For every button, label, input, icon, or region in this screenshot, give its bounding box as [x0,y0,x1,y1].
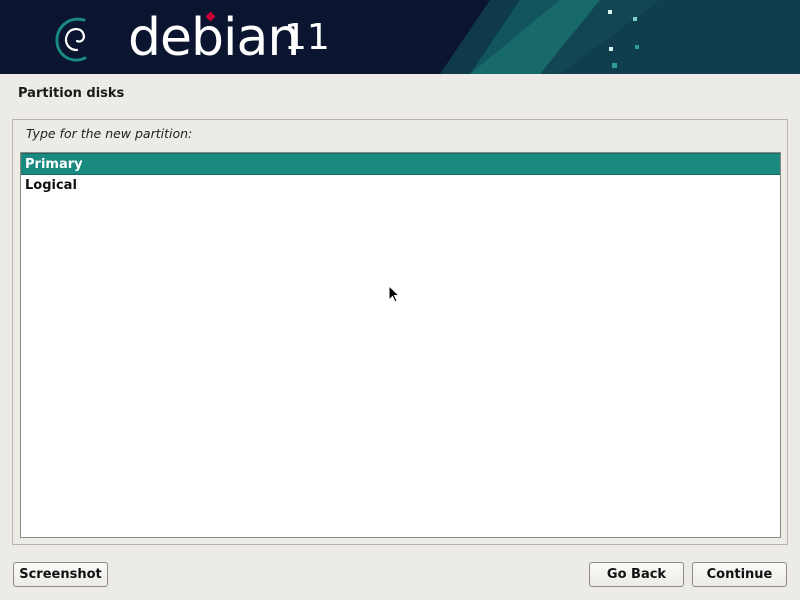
mouse-cursor-icon [388,285,401,303]
option-logical[interactable]: Logical [21,175,780,197]
page-title: Partition disks [18,86,125,101]
go-back-button[interactable]: Go Back [589,562,684,587]
installer-banner: debian 11 [0,0,800,74]
banner-decoration [440,0,800,74]
prompt-label: Type for the new partition: [26,126,193,141]
version-number: 11 [284,17,330,58]
logo-dot-icon [206,12,216,22]
continue-button[interactable]: Continue [692,562,787,587]
partition-type-group: Type for the new partition: Primary Logi… [12,119,788,545]
debian-swirl-icon [55,17,87,62]
partition-type-listbox[interactable]: Primary Logical [20,152,781,538]
option-primary[interactable]: Primary [21,153,780,175]
screenshot-button[interactable]: Screenshot [13,562,108,587]
